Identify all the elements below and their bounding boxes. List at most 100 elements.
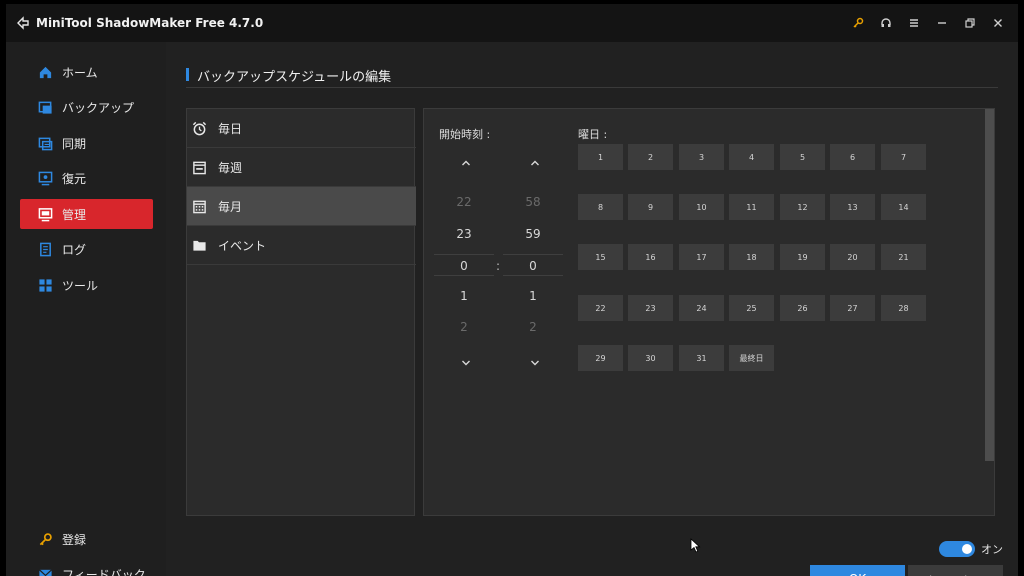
day-button[interactable]: 28	[881, 295, 926, 321]
home-icon	[37, 64, 53, 80]
day-button[interactable]: 29	[578, 345, 623, 371]
toggle-label: オン	[981, 543, 1003, 556]
day-button[interactable]: 13	[830, 194, 875, 220]
day-button[interactable]: 27	[830, 295, 875, 321]
page-title: バックアップスケジュールの編集	[197, 70, 392, 85]
day-button[interactable]: 5	[780, 144, 825, 170]
day-button[interactable]: 16	[628, 244, 673, 270]
minute-value: 2	[529, 320, 537, 334]
sidebar-item-label: バックアップ	[62, 100, 135, 115]
month-calendar-icon	[191, 198, 207, 214]
minute-selected-value[interactable]: 0	[503, 254, 563, 276]
day-button[interactable]: 19	[780, 244, 825, 270]
scrollbar[interactable]	[985, 109, 994, 461]
day-button[interactable]: 1	[578, 144, 623, 170]
sidebar-item-label: ホーム	[62, 65, 98, 80]
day-button[interactable]: 18	[729, 244, 774, 270]
mouse-cursor-icon	[690, 538, 701, 553]
sidebar-item-tools[interactable]: ツール	[20, 270, 153, 300]
ok-button[interactable]: OK	[810, 565, 905, 576]
frequency-label: 毎月	[218, 199, 243, 214]
day-button[interactable]: 6	[830, 144, 875, 170]
minute-down-arrow[interactable]	[525, 355, 545, 371]
day-button[interactable]: 12	[780, 194, 825, 220]
day-button[interactable]: 31	[679, 345, 724, 371]
restore-icon	[37, 170, 53, 186]
day-button[interactable]: 30	[628, 345, 673, 371]
day-button[interactable]: 11	[729, 194, 774, 220]
key-icon[interactable]	[844, 4, 872, 42]
minimize-icon[interactable]	[928, 4, 956, 42]
day-button[interactable]: 21	[881, 244, 926, 270]
sidebar-item-manage[interactable]: 管理	[20, 199, 153, 229]
day-button[interactable]: 26	[780, 295, 825, 321]
day-button[interactable]: 8	[578, 194, 623, 220]
hour-selected-value[interactable]: 0	[434, 254, 494, 276]
day-button[interactable]: 2	[628, 144, 673, 170]
day-button[interactable]: 9	[628, 194, 673, 220]
sidebar-item-log[interactable]: ログ	[20, 234, 153, 264]
last-day-button[interactable]: 最終日	[729, 345, 774, 371]
minute-value: 59	[525, 227, 541, 241]
day-button[interactable]: 20	[830, 244, 875, 270]
sidebar-item-backup[interactable]: バックアップ	[20, 92, 153, 122]
sidebar-item-sync[interactable]: 同期	[20, 128, 153, 158]
window-controls	[844, 4, 1012, 42]
frequency-event[interactable]: イベント	[187, 226, 416, 265]
sidebar-item-label: 復元	[62, 171, 87, 186]
day-button[interactable]: 17	[679, 244, 724, 270]
headset-icon[interactable]	[872, 4, 900, 42]
sidebar: ホーム バックアップ 同期 復元 管理 ログ ツール 登録 フィードバック	[6, 42, 166, 576]
frequency-label: 毎週	[218, 160, 243, 175]
hour-up-arrow[interactable]	[456, 155, 476, 171]
frequency-daily[interactable]: 毎日	[187, 109, 416, 148]
title-accent-bar	[186, 68, 189, 81]
day-label: 曜日 :	[578, 128, 608, 141]
app-title: MiniTool ShadowMaker Free 4.7.0	[36, 16, 264, 30]
minute-value: 1	[529, 289, 537, 303]
hour-down-arrow[interactable]	[456, 355, 476, 371]
hour-value: 22	[456, 195, 472, 209]
sidebar-item-restore[interactable]: 復元	[20, 163, 153, 193]
sync-icon	[37, 135, 53, 151]
day-button[interactable]: 22	[578, 295, 623, 321]
alarm-clock-icon	[191, 120, 207, 136]
title-bar: MiniTool ShadowMaker Free 4.7.0	[6, 4, 1018, 42]
day-button[interactable]: 25	[729, 295, 774, 321]
sidebar-item-feedback[interactable]: フィードバック	[20, 559, 153, 576]
menu-icon[interactable]	[900, 4, 928, 42]
day-button[interactable]: 4	[729, 144, 774, 170]
day-button[interactable]: 24	[679, 295, 724, 321]
week-calendar-icon	[191, 159, 207, 175]
sidebar-item-label: ツール	[62, 278, 99, 293]
day-button[interactable]: 15	[578, 244, 623, 270]
main-content: バックアップスケジュールの編集 毎日 毎週 毎月 イベント 開始時刻: 22 …	[166, 42, 1018, 576]
restore-icon[interactable]	[956, 4, 984, 42]
folder-icon	[191, 237, 207, 253]
sidebar-item-label: 管理	[62, 207, 87, 222]
tools-icon	[37, 277, 53, 293]
app-window: MiniTool ShadowMaker Free 4.7.0 ホーム バックア…	[6, 4, 1018, 576]
sidebar-item-home[interactable]: ホーム	[20, 57, 153, 87]
day-button[interactable]: 23	[628, 295, 673, 321]
start-time-label: 開始時刻 :	[439, 128, 491, 141]
close-icon[interactable]	[984, 4, 1012, 42]
hour-value: 2	[460, 320, 468, 334]
hour-value: 1	[460, 289, 468, 303]
sidebar-item-register[interactable]: 登録	[20, 524, 153, 554]
frequency-weekly[interactable]: 毎週	[187, 148, 416, 187]
day-button[interactable]: 3	[679, 144, 724, 170]
day-button[interactable]: 7	[881, 144, 926, 170]
key-icon	[37, 531, 53, 547]
sidebar-item-label: フィードバック	[62, 567, 146, 576]
cancel-button[interactable]: キャンセル	[908, 565, 1003, 576]
day-button[interactable]: 14	[881, 194, 926, 220]
sidebar-item-label: ログ	[62, 242, 87, 257]
frequency-label: イベント	[218, 238, 267, 253]
schedule-toggle[interactable]	[939, 541, 975, 557]
frequency-label: 毎日	[218, 121, 243, 136]
minute-up-arrow[interactable]	[525, 155, 545, 171]
day-button[interactable]: 10	[679, 194, 724, 220]
frequency-monthly[interactable]: 毎月	[187, 187, 416, 226]
schedule-settings-panel: 開始時刻 : 22 23 0 1 2 : 58 59 0 1 2 曜日: 1 …	[423, 108, 995, 516]
